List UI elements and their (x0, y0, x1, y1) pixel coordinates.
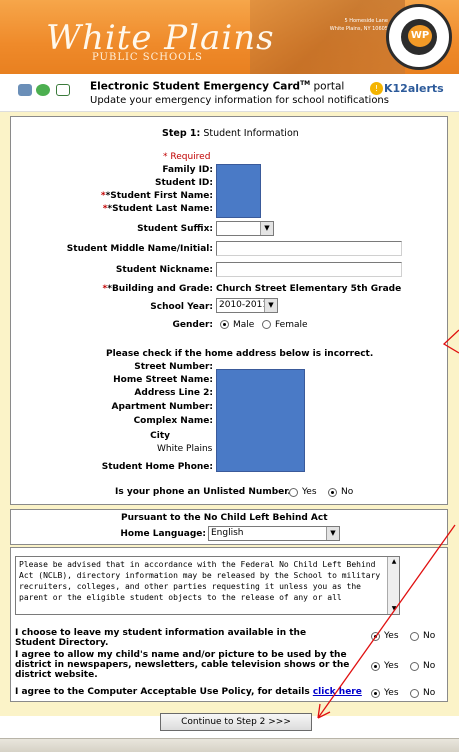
continue-button[interactable]: Continue to Step 2 >>> (160, 713, 312, 731)
nickname-input[interactable] (216, 262, 402, 277)
home-language-label: Home Language: (120, 529, 206, 539)
nickname-label: Student Nickname: (115, 265, 213, 275)
nclb-act-text: Pursuant to the No Child Left Behind Act (121, 513, 328, 523)
middle-name-input[interactable] (216, 241, 402, 256)
media-yes-radio[interactable] (371, 662, 380, 671)
address-line-2: White Plains, NY 10605 (329, 26, 388, 32)
address-line-1: 5 Homeside Lane (344, 18, 388, 24)
email-icon (56, 84, 70, 96)
brand-subtitle: PUBLIC SCHOOLS (92, 52, 203, 63)
suffix-label: Student Suffix: (137, 224, 213, 234)
unlisted-no-radio[interactable] (328, 488, 337, 497)
browser-status-bar (0, 738, 459, 752)
unlisted-phone-label: Is your phone an Unlisted Number. (115, 487, 291, 497)
student-id-label: Student ID: (155, 178, 213, 188)
address-check-note: Please check if the home address below i… (106, 349, 374, 359)
school-year-label: School Year: (150, 302, 213, 312)
acceptable-use-no-label: No (423, 688, 436, 698)
building-grade-label: **Building and Grade: (102, 284, 213, 294)
media-no-radio[interactable] (410, 662, 419, 671)
logo-monogram: WP (408, 25, 432, 47)
scroll-up-icon[interactable]: ▲ (389, 557, 399, 567)
gender-label: Gender: (172, 320, 213, 330)
scroll-down-icon[interactable]: ▼ (389, 604, 399, 614)
directory-question: I choose to leave my student information… (15, 628, 307, 648)
sms-icon (36, 84, 50, 96)
gender-female-label: Female (275, 320, 308, 330)
acceptable-use-yes-radio[interactable] (371, 689, 380, 698)
terms-scrollbar[interactable]: ▲ ▼ (387, 557, 399, 614)
redacted-identity-block (216, 164, 261, 218)
last-name-label: **Student Last Name: (102, 204, 213, 214)
k12alerts-logo: K12alerts (384, 82, 444, 95)
directory-yes-radio[interactable] (371, 632, 380, 641)
building-grade-value: Church Street Elementary 5th Grade (216, 284, 402, 294)
acceptable-use-question: I agree to the Computer Acceptable Use P… (15, 687, 362, 697)
click-here-link[interactable]: click here (313, 687, 362, 697)
suffix-select[interactable]: ▼ (216, 221, 274, 236)
school-year-select[interactable]: 2010-2011 ▼ (216, 298, 278, 313)
home-phone-label: Student Home Phone: (101, 462, 213, 472)
first-name-label: **Student First Name: (100, 191, 213, 201)
k12alerts-icon: ! (370, 82, 383, 95)
apartment-number-label: Apartment Number: (111, 402, 213, 412)
phone-icon (18, 84, 32, 96)
unlisted-yes-label: Yes (302, 487, 317, 497)
redacted-address-block (216, 369, 305, 472)
step-title: Step 1: Student Information (162, 128, 299, 139)
gender-male-radio[interactable] (220, 320, 229, 329)
gender-male-label: Male (233, 320, 255, 330)
middle-name-label: Student Middle Name/Initial: (66, 244, 213, 254)
street-number-label: Street Number: (134, 362, 213, 372)
home-language-select[interactable]: English ▼ (208, 526, 340, 541)
directory-yes-label: Yes (384, 631, 399, 641)
street-name-label: Home Street Name: (113, 375, 213, 385)
family-id-label: Family ID: (162, 165, 213, 175)
unlisted-yes-radio[interactable] (289, 488, 298, 497)
portal-subtitle: Update your emergency information for sc… (90, 95, 389, 106)
required-note: * Required (163, 152, 211, 162)
directory-no-label: No (423, 631, 436, 641)
acceptable-use-yes-label: Yes (384, 688, 399, 698)
complex-name-label: Complex Name: (133, 416, 213, 426)
directory-no-radio[interactable] (410, 632, 419, 641)
address-line-2-label: Address Line 2: (134, 388, 213, 398)
media-no-label: No (423, 661, 436, 671)
gender-female-radio[interactable] (262, 320, 271, 329)
nclb-terms-textarea[interactable]: Please be advised that in accordance wit… (15, 556, 400, 615)
district-logo: WP (386, 4, 452, 70)
city-label: City (150, 431, 170, 441)
acceptable-use-no-radio[interactable] (410, 689, 419, 698)
portal-title: Electronic Student Emergency CardTM port… (90, 80, 345, 93)
city-value: White Plains (157, 444, 213, 454)
unlisted-no-label: No (341, 487, 354, 497)
media-consent-question: I agree to allow my child's name and/or … (15, 650, 350, 680)
media-yes-label: Yes (384, 661, 399, 671)
